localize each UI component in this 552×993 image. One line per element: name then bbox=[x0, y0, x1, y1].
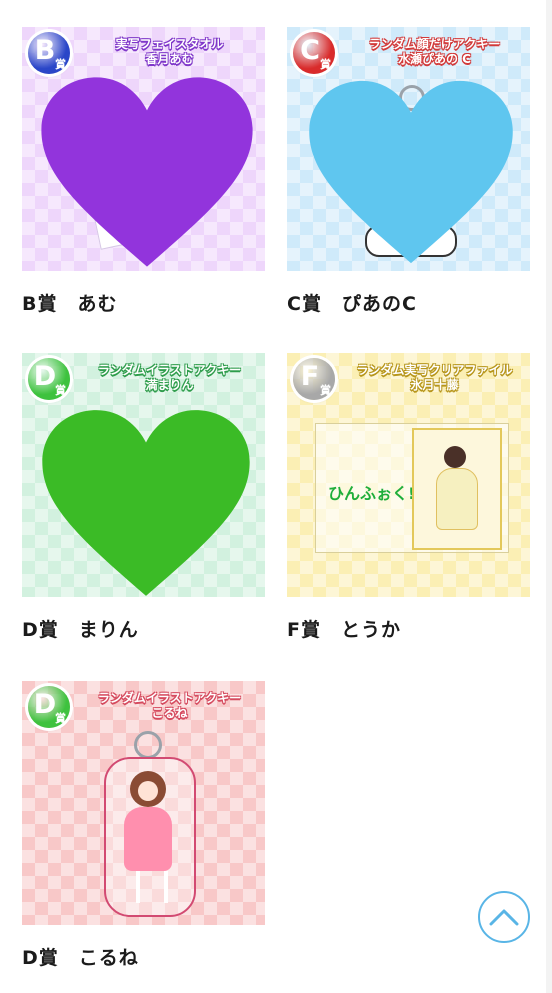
purple-heart-icon bbox=[41, 77, 253, 267]
prize-card-d-marin[interactable]: D 賞 ランダムイラストアクキー 満まりん D賞 まりん bbox=[22, 353, 265, 641]
prize-image[interactable]: D 賞 ランダムイラストアクキー こるね bbox=[22, 681, 265, 925]
acrylic-keychain-product bbox=[104, 757, 196, 917]
light-blue-heart-icon bbox=[309, 80, 513, 264]
green-heart-icon bbox=[42, 410, 250, 596]
prize-caption[interactable]: F賞 とうか bbox=[287, 615, 401, 642]
prize-rank-badge: B 賞 bbox=[28, 32, 70, 74]
prize-image[interactable]: ひんふぉく! F 賞 ランダム実写クリアファイル 氷月十藤 bbox=[287, 353, 530, 597]
keyring-icon bbox=[134, 731, 162, 759]
chibi-legs bbox=[136, 871, 168, 903]
prize-card-f-touka[interactable]: ひんふぉく! F 賞 ランダム実写クリアファイル 氷月十藤 F賞 とうか bbox=[287, 353, 530, 641]
prize-rank-badge: D 賞 bbox=[28, 686, 70, 728]
prize-rank-badge: D 賞 bbox=[28, 358, 70, 400]
back-to-top-button[interactable] bbox=[478, 891, 530, 943]
prize-image[interactable]: D 賞 ランダムイラストアクキー 満まりん bbox=[22, 353, 265, 597]
prize-image[interactable]: C 賞 ランダム顔だけアクキー 水瀬ぴあの C bbox=[287, 27, 530, 271]
prize-caption[interactable]: D賞 こるね bbox=[22, 943, 139, 970]
clear-file-product: ひんふぉく! bbox=[315, 423, 509, 553]
prize-card-d-korune[interactable]: D 賞 ランダムイラストアクキー こるね D賞 こるね bbox=[22, 681, 265, 969]
chevron-up-icon bbox=[489, 909, 519, 926]
scrollbar[interactable] bbox=[546, 0, 552, 993]
idol-photo bbox=[412, 428, 502, 550]
prize-caption[interactable]: C賞 ぴあのC bbox=[287, 289, 417, 316]
file-logo: ひんふぉく! bbox=[328, 484, 416, 503]
idol-figure bbox=[444, 446, 466, 468]
prize-caption[interactable]: D賞 まりん bbox=[22, 615, 139, 642]
prize-image[interactable]: B 賞 実写フェイスタオル 香月あむ bbox=[22, 27, 265, 271]
prize-title: ランダム実写クリアファイル 氷月十藤 bbox=[356, 363, 513, 392]
prize-title: ランダムイラストアクキー 満まりん bbox=[97, 363, 242, 392]
chibi-dress bbox=[124, 807, 172, 871]
prize-rank-badge: F 賞 bbox=[293, 358, 335, 400]
prize-card-c-piano[interactable]: C 賞 ランダム顔だけアクキー 水瀬ぴあの C C賞 ぴあのC bbox=[287, 27, 530, 315]
prize-title: ランダムイラストアクキー こるね bbox=[97, 691, 242, 720]
prize-caption[interactable]: B賞 あむ bbox=[22, 289, 117, 316]
prize-card-b-amu[interactable]: B 賞 実写フェイスタオル 香月あむ B賞 あむ bbox=[22, 27, 265, 315]
prize-rank-badge: C 賞 bbox=[293, 32, 335, 74]
chibi-face bbox=[138, 781, 158, 801]
prize-title: ランダム顔だけアクキー 水瀬ぴあの C bbox=[368, 37, 501, 66]
prize-title: 実写フェイスタオル 香月あむ bbox=[115, 37, 224, 66]
idol-dress bbox=[436, 468, 478, 530]
